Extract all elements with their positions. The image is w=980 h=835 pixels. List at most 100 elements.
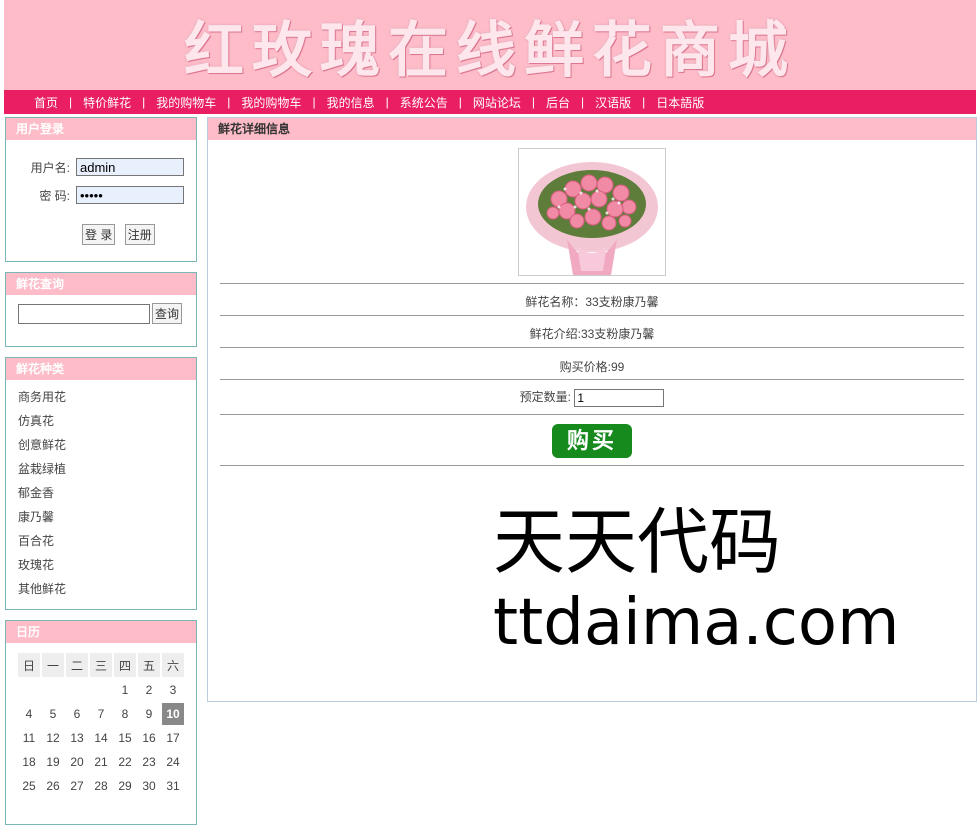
category-item[interactable]: 创意鲜花 xyxy=(6,433,196,457)
search-input[interactable] xyxy=(18,303,150,324)
flower-price: 购买价格:99 xyxy=(559,360,625,374)
calendar-day[interactable]: 27 xyxy=(66,775,88,797)
register-button[interactable]: 注册 xyxy=(124,224,155,245)
calendar-day-today[interactable]: 10 xyxy=(162,703,184,725)
calendar-day[interactable]: 4 xyxy=(18,703,40,725)
calendar-day[interactable]: 28 xyxy=(90,775,112,797)
calendar-day xyxy=(90,679,112,701)
calendar-day[interactable]: 30 xyxy=(138,775,160,797)
nav-cart-2[interactable]: 我的购物车 xyxy=(241,94,301,111)
category-panel-title: 鲜花种类 xyxy=(6,358,196,380)
bouquet-image xyxy=(526,162,658,275)
detail-panel-title: 鲜花详细信息 xyxy=(208,118,976,140)
calendar-day[interactable]: 1 xyxy=(114,679,136,701)
calendar-day[interactable]: 16 xyxy=(138,727,160,749)
calendar-day[interactable]: 25 xyxy=(18,775,40,797)
calendar-week: 25 26 27 28 29 30 31 xyxy=(18,775,184,797)
calendar-weekday: 五 xyxy=(138,653,160,677)
username-label: 用户名: xyxy=(30,160,70,175)
nav-specials[interactable]: 特价鲜花 xyxy=(83,94,131,111)
password-label: 密 码: xyxy=(39,188,70,203)
nav-separator: | xyxy=(385,95,389,109)
calendar-day[interactable]: 21 xyxy=(90,751,112,773)
watermark-url: ttdaima.com xyxy=(493,586,900,660)
flower-detail-panel: 鲜花详细信息 鲜花名称：33支粉康乃馨 鲜花介绍:33支粉康乃馨 购买价格:99… xyxy=(207,117,977,702)
nav-forum[interactable]: 网站论坛 xyxy=(473,94,521,111)
calendar-day[interactable]: 12 xyxy=(42,727,64,749)
nav-separator: | xyxy=(142,95,146,109)
category-item[interactable]: 玫瑰花 xyxy=(6,553,196,577)
divider xyxy=(220,347,964,348)
login-button[interactable]: 登 录 xyxy=(82,224,116,245)
nav-my-info[interactable]: 我的信息 xyxy=(327,94,375,111)
calendar-day[interactable]: 17 xyxy=(162,727,184,749)
calendar-weekday: 六 xyxy=(162,653,184,677)
calendar-day[interactable]: 29 xyxy=(114,775,136,797)
login-panel-title: 用户登录 xyxy=(6,118,196,140)
calendar-week: 11 12 13 14 15 16 17 xyxy=(18,727,184,749)
calendar-day[interactable]: 19 xyxy=(42,751,64,773)
calendar-grid: 日 一 二 三 四 五 六 1 2 3 4 5 6 7 8 9 10 11 12… xyxy=(16,651,186,799)
calendar-day[interactable]: 9 xyxy=(138,703,160,725)
search-panel: 鲜花查询 查询 xyxy=(5,272,197,347)
category-item[interactable]: 郁金香 xyxy=(6,481,196,505)
buy-button[interactable]: 购买 xyxy=(552,424,632,458)
calendar-weekday: 四 xyxy=(114,653,136,677)
password-input[interactable] xyxy=(76,186,184,204)
nav-admin[interactable]: 后台 xyxy=(546,94,570,111)
calendar-day xyxy=(18,679,40,701)
calendar-day[interactable]: 3 xyxy=(162,679,184,701)
search-panel-title: 鲜花查询 xyxy=(6,273,196,295)
calendar-day[interactable]: 26 xyxy=(42,775,64,797)
login-panel: 用户登录 用户名: 密 码: 登 录 注册 xyxy=(5,117,197,262)
category-item[interactable]: 百合花 xyxy=(6,529,196,553)
nav-separator: | xyxy=(458,95,462,109)
category-item[interactable]: 康乃馨 xyxy=(6,505,196,529)
calendar-day[interactable]: 7 xyxy=(90,703,112,725)
nav-home[interactable]: 首页 xyxy=(34,94,58,111)
calendar-day[interactable]: 14 xyxy=(90,727,112,749)
calendar-day[interactable]: 8 xyxy=(114,703,136,725)
watermark-text: 天天代码 xyxy=(493,500,782,584)
site-title: 红玫瑰在线鲜花商城 xyxy=(184,15,796,86)
nav-separator: | xyxy=(69,95,73,109)
divider xyxy=(220,465,964,466)
quantity-input[interactable] xyxy=(574,388,665,407)
flower-name: 鲜花名称：33支粉康乃馨 xyxy=(525,295,659,309)
calendar-day[interactable]: 13 xyxy=(66,727,88,749)
nav-chinese[interactable]: 汉语版 xyxy=(595,94,631,111)
calendar-weekday: 日 xyxy=(18,653,40,677)
flower-photo xyxy=(518,148,666,276)
calendar-day[interactable]: 31 xyxy=(162,775,184,797)
category-item[interactable]: 盆栽绿植 xyxy=(6,457,196,481)
calendar-day[interactable]: 23 xyxy=(138,751,160,773)
calendar-day[interactable]: 15 xyxy=(114,727,136,749)
nav-cart[interactable]: 我的购物车 xyxy=(156,94,216,111)
nav-announcements[interactable]: 系统公告 xyxy=(400,94,448,111)
nav-japanese[interactable]: 日本語版 xyxy=(656,94,704,111)
username-input[interactable] xyxy=(76,158,184,176)
calendar-day[interactable]: 20 xyxy=(66,751,88,773)
divider xyxy=(220,379,964,380)
quantity-row: 预定数量: xyxy=(220,388,964,407)
calendar-day xyxy=(66,679,88,701)
calendar-day[interactable]: 6 xyxy=(66,703,88,725)
nav-separator: | xyxy=(531,95,535,109)
category-item[interactable]: 商务用花 xyxy=(6,385,196,409)
calendar-day[interactable]: 18 xyxy=(18,751,40,773)
calendar-day[interactable]: 11 xyxy=(18,727,40,749)
flower-intro: 鲜花介绍:33支粉康乃馨 xyxy=(529,327,655,341)
calendar-day[interactable]: 5 xyxy=(42,703,64,725)
nav-separator: | xyxy=(312,95,316,109)
category-item[interactable]: 仿真花 xyxy=(6,409,196,433)
nav-separator: | xyxy=(227,95,231,109)
nav-separator: | xyxy=(642,95,646,109)
calendar-day[interactable]: 24 xyxy=(162,751,184,773)
calendar-day[interactable]: 22 xyxy=(114,751,136,773)
category-item[interactable]: 其他鲜花 xyxy=(6,577,196,601)
calendar-panel-title: 日历 xyxy=(6,621,196,643)
category-panel: 鲜花种类 商务用花 仿真花 创意鲜花 盆栽绿植 郁金香 康乃馨 百合花 玫瑰花 … xyxy=(5,357,197,610)
search-button[interactable]: 查询 xyxy=(152,303,183,324)
calendar-day[interactable]: 2 xyxy=(138,679,160,701)
main-nav: 首页 | 特价鲜花 | 我的购物车 | 我的购物车 | 我的信息 | 系统公告 … xyxy=(4,90,976,114)
